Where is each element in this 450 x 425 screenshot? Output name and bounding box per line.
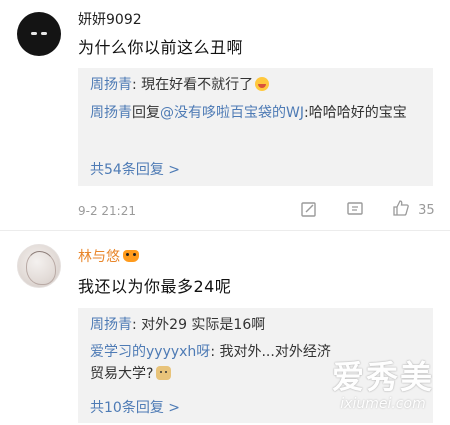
reply-separator: : xyxy=(132,77,142,93)
share-icon[interactable] xyxy=(300,200,318,222)
reply-content: 哈哈哈好的宝宝 xyxy=(308,105,407,121)
reply-line: 周扬青: 对外29 实际是16啊 xyxy=(90,314,425,336)
grin-emoji-icon xyxy=(255,77,270,91)
comment-username[interactable]: 林与悠 xyxy=(78,246,139,266)
reply-line: 周扬青回复@没有哆啦百宝袋的WJ:哈哈哈好的宝宝 xyxy=(90,102,425,124)
user-avatar[interactable] xyxy=(17,244,61,288)
reply-box[interactable]: 周扬青: 現在好看不就行了 周扬青回复@没有哆啦百宝袋的WJ:哈哈哈好的宝宝 共… xyxy=(78,68,433,186)
username-text: 林与悠 xyxy=(78,249,120,265)
site-watermark: 爱秀美 ixiumei.com xyxy=(318,358,448,418)
watermark-sub: ixiumei.com xyxy=(340,396,426,412)
reply-content: 現在好看不就行了 xyxy=(141,77,254,93)
doge-emoji-icon xyxy=(156,366,172,380)
reply-author[interactable]: 爱学习的yyyyxh呀 xyxy=(90,344,210,360)
like-count: 35 xyxy=(418,203,435,218)
reply-content: 对外29 实际是16啊 xyxy=(141,317,266,333)
more-replies-link[interactable]: 共10条回复 > xyxy=(90,397,180,417)
reply-author[interactable]: 周扬青 xyxy=(90,77,132,93)
reply-line: 爱学习的yyyyxh呀: 我对外...对外经济贸易大学? xyxy=(90,341,341,385)
like-button[interactable]: 35 xyxy=(392,199,435,221)
comment-item: 妍妍9092 为什么你以前这么丑啊 周扬青: 現在好看不就行了 周扬青回复@没有… xyxy=(0,0,450,225)
vip-crown-icon xyxy=(123,250,139,262)
watermark-main: 爱秀美 xyxy=(331,358,434,396)
comment-icon[interactable] xyxy=(346,200,364,222)
avatar-sketch xyxy=(26,251,56,285)
comment-timestamp: 9-2 21:21 xyxy=(78,204,136,218)
user-avatar[interactable] xyxy=(17,12,61,56)
reply-author[interactable]: 周扬青 xyxy=(90,317,132,333)
comment-text: 为什么你以前这么丑啊 xyxy=(78,38,244,57)
reply-separator: : xyxy=(132,317,142,333)
avatar-eye xyxy=(41,32,47,35)
like-icon xyxy=(392,199,410,221)
reply-mention[interactable]: @没有哆啦百宝袋的WJ xyxy=(160,105,304,121)
comment-text: 我还以为你最多24呢 xyxy=(78,277,232,296)
avatar-eye xyxy=(31,32,37,35)
reply-line: 周扬青: 現在好看不就行了 xyxy=(90,74,425,96)
comment-username[interactable]: 妍妍9092 xyxy=(78,9,142,29)
reply-author[interactable]: 周扬青 xyxy=(90,105,132,121)
more-replies-link[interactable]: 共54条回复 > xyxy=(90,159,180,179)
reply-word: 回复 xyxy=(132,105,160,121)
